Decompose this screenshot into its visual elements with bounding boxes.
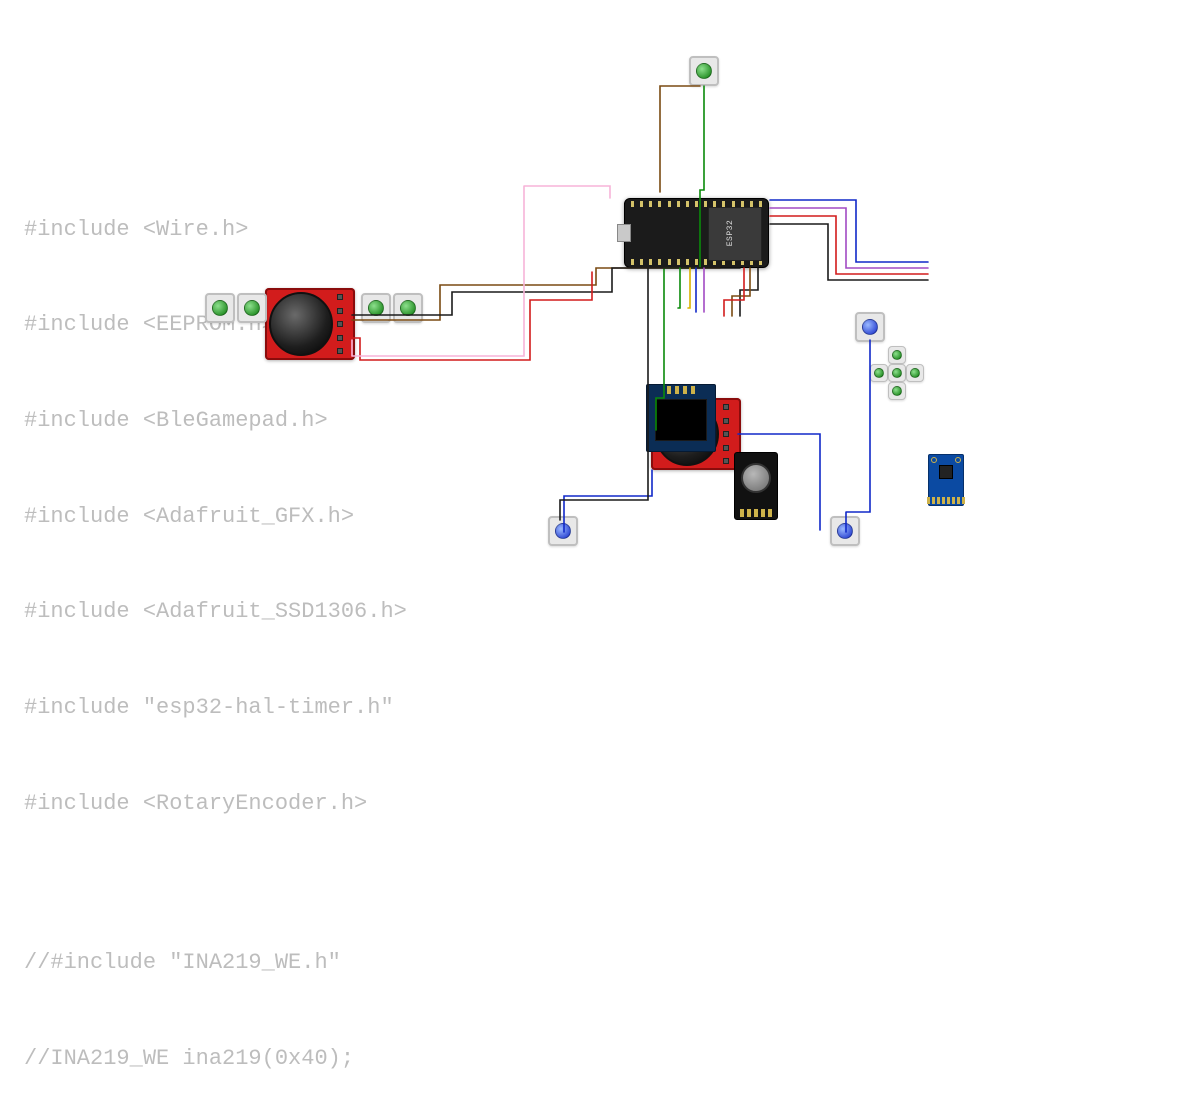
dpad-center[interactable]	[888, 364, 906, 382]
esp32-board[interactable]: ESP32	[624, 198, 769, 268]
schematic-canvas[interactable]: ESP32	[0, 0, 1200, 630]
pin-header	[337, 294, 353, 354]
ic-chip-icon	[939, 465, 953, 479]
joystick-stick-icon	[269, 292, 333, 356]
code-line: #include "esp32-hal-timer.h"	[24, 692, 407, 724]
tact-button-l3[interactable]	[361, 293, 391, 323]
pin-header	[740, 509, 772, 517]
button-cap-icon	[910, 368, 920, 378]
tact-button-tr[interactable]	[855, 312, 885, 342]
button-cap-icon	[212, 300, 228, 316]
pin-header	[927, 497, 965, 504]
tact-button-br[interactable]	[830, 516, 860, 546]
button-cap-icon	[400, 300, 416, 316]
button-cap-icon	[892, 368, 902, 378]
oled-display[interactable]	[646, 384, 716, 452]
pin-header	[667, 386, 695, 394]
code-line: //INA219_WE ina219(0x40);	[24, 1043, 407, 1075]
button-cap-icon	[244, 300, 260, 316]
encoder-knob-icon	[741, 463, 771, 493]
dpad-right[interactable]	[906, 364, 924, 382]
tact-button-l2[interactable]	[237, 293, 267, 323]
dpad-down[interactable]	[888, 382, 906, 400]
rf-shield-icon	[708, 207, 762, 261]
tact-button-l1[interactable]	[205, 293, 235, 323]
tact-button-top[interactable]	[689, 56, 719, 86]
button-cap-icon	[892, 350, 902, 360]
mount-hole-icon	[931, 457, 937, 463]
tact-button-bl[interactable]	[548, 516, 578, 546]
oled-screen-icon	[655, 399, 707, 441]
button-cap-icon	[368, 300, 384, 316]
code-line: #include <RotaryEncoder.h>	[24, 788, 407, 820]
imu-module[interactable]	[928, 454, 964, 506]
button-cap-icon	[874, 368, 884, 378]
button-cap-icon	[892, 386, 902, 396]
tact-button-l4[interactable]	[393, 293, 423, 323]
usb-port-icon	[617, 224, 631, 242]
dpad-cluster	[870, 346, 930, 406]
esp32-label: ESP32	[726, 220, 735, 247]
mount-hole-icon	[955, 457, 961, 463]
code-line: //#include "INA219_WE.h"	[24, 947, 407, 979]
dpad-up[interactable]	[888, 346, 906, 364]
button-cap-icon	[555, 523, 571, 539]
rotary-encoder[interactable]	[734, 452, 778, 520]
dpad-left[interactable]	[870, 364, 888, 382]
button-cap-icon	[837, 523, 853, 539]
joystick-left[interactable]	[265, 288, 355, 360]
button-cap-icon	[862, 319, 878, 335]
button-cap-icon	[696, 63, 712, 79]
